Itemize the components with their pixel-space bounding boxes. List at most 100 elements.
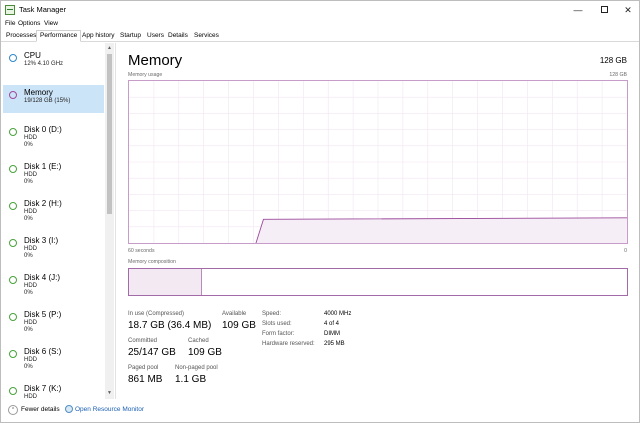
sidebar-item-subtitle: HDD [24,209,37,215]
sidebar-item-cpu[interactable]: CPU 12% 4.10 GHz [3,48,104,76]
spec-hw-reserved-label: Hardware reserved: [262,341,315,347]
available-label: Available [222,311,247,317]
sidebar-item-memory[interactable]: Memory 19/128 GB (15%) [3,85,104,113]
memory-usage-label: Memory usage [128,72,163,78]
maximize-icon [600,6,608,14]
spec-slots-value: 4 of 4 [324,321,340,327]
sidebar-item-usage: 0% [24,364,33,370]
tab-startup[interactable]: Startup [117,31,144,42]
minimize-button[interactable]: — [565,1,591,19]
sidebar-item-disk-2-h[interactable]: Disk 2 (H:) HDD 0% [3,196,104,224]
disk-graph-icon [9,387,17,395]
disk-graph-icon [9,239,17,247]
open-resource-monitor-link[interactable]: Open Resource Monitor [75,406,144,413]
sidebar-item-disk-1-e[interactable]: Disk 1 (E:) HDD 0% [3,159,104,187]
sidebar-item-title: Disk 2 (H:) [24,199,62,208]
task-manager-window: Task Manager — ✕ File Options View Proce… [0,0,640,423]
mem-graph-icon [9,91,17,99]
sidebar-item-usage: 0% [24,327,33,333]
tab-services[interactable]: Services [191,31,222,42]
time-axis-left: 60 seconds [128,248,155,254]
sidebar-item-title: Disk 6 (S:) [24,347,62,356]
sidebar-item-disk-6-s[interactable]: Disk 6 (S:) HDD 0% [3,344,104,372]
sidebar: CPU 12% 4.10 GHz Memory 19/128 GB (15%) Disk… [1,43,116,399]
sidebar-item-disk-3-i[interactable]: Disk 3 (I:) HDD 0% [3,233,104,261]
paged-pool-value: 861 MB [128,374,163,385]
maximize-button[interactable] [591,1,617,19]
sidebar-item-disk-5-p[interactable]: Disk 5 (P:) HDD 0% [3,307,104,335]
disk-graph-icon [9,276,17,284]
memory-panel: Memory 128 GB Memory usage 128 GB 60 sec… [117,43,639,399]
cached-label: Cached [188,338,209,344]
sidebar-item-usage: 0% [24,179,33,185]
tab-users[interactable]: Users [144,31,167,42]
spec-form-factor-value: DIMM [324,331,340,337]
sidebar-item-disk-4-j[interactable]: Disk 4 (J:) HDD 0% [3,270,104,298]
time-axis-right: 0 [624,248,627,254]
scroll-down-icon[interactable]: ▼ [107,390,112,396]
page-title: Memory [128,52,183,69]
sidebar-item-disk-0-d[interactable]: Disk 0 (D:) HDD 0% [3,122,104,150]
memory-total: 128 GB [599,56,627,65]
fewer-details-link[interactable]: Fewer details [21,406,60,413]
cached-value: 109 GB [188,347,222,358]
sidebar-item-subtitle: HDD [24,172,37,178]
sidebar-item-subtitle: HDD [24,357,37,363]
spec-hw-reserved-value: 295 MB [324,341,345,347]
sidebar-item-title: CPU [24,51,41,60]
committed-label: Committed [128,338,158,344]
sidebar-item-disk-7-k[interactable]: Disk 7 (K:)HDD0% [3,381,104,399]
paged-pool-label: Paged pool [128,365,159,371]
close-button[interactable]: ✕ [615,1,640,19]
in-use-value: 18.7 GB (36.4 MB) [128,320,212,331]
scroll-up-icon[interactable]: ▲ [107,45,112,51]
non-paged-pool-label: Non-paged pool [175,365,218,371]
available-value: 109 GB [222,320,256,331]
tab-strip: Processes Performance App history Startu… [1,30,639,42]
sidebar-item-subtitle: 19/128 GB (15%) [24,98,71,104]
tab-details[interactable]: Details [165,31,191,42]
memory-usage-max: 128 GB [609,72,627,78]
disk-graph-icon [9,313,17,321]
sidebar-item-title: Disk 3 (I:) [24,236,59,245]
sidebar-item-subtitle: HDD [24,394,37,399]
memory-composition-label: Memory composition [128,259,176,265]
memory-usage-area [255,217,627,243]
footer: ^ Fewer details Open Resource Monitor [1,400,639,422]
disk-graph-icon [9,165,17,173]
memory-usage-graph [128,80,628,244]
memory-usage-chart [129,81,628,244]
menu-bar: File Options View [1,19,639,30]
spec-form-factor-label: Form factor: [262,331,295,337]
sidebar-item-usage: 0% [24,253,33,259]
tab-processes[interactable]: Processes [3,31,39,42]
menu-options[interactable]: Options [18,20,40,27]
cpu-graph-icon [9,54,17,62]
memory-composition-bar [128,268,628,296]
sidebar-item-title: Memory [24,88,53,97]
tab-performance[interactable]: Performance [36,30,82,42]
scroll-thumb[interactable] [107,54,112,214]
resource-monitor-icon[interactable] [65,405,73,413]
in-use-label: In use (Compressed) [128,311,185,317]
spec-slots-label: Slots used: [262,321,292,327]
tab-app-history[interactable]: App history [79,31,118,42]
sidebar-item-subtitle: HDD [24,320,37,326]
sidebar-item-title: Disk 1 (E:) [24,162,62,171]
sidebar-scrollbar[interactable]: ▲ ▼ [105,43,114,399]
task-manager-icon [5,5,15,15]
sidebar-item-title: Disk 5 (P:) [24,310,62,319]
menu-file[interactable]: File [5,20,15,27]
sidebar-item-subtitle: HDD [24,283,37,289]
menu-view[interactable]: View [44,20,58,27]
sidebar-item-usage: 0% [24,142,33,148]
sidebar-item-subtitle: HDD [24,246,37,252]
spec-speed-label: Speed: [262,311,282,317]
non-paged-pool-value: 1.1 GB [175,374,207,385]
disk-graph-icon [9,128,17,136]
sidebar-item-title: Disk 0 (D:) [24,125,62,134]
sidebar-item-usage: 0% [24,216,33,222]
sidebar-item-subtitle: 12% 4.10 GHz [24,61,64,67]
sidebar-item-title: Disk 7 (K:) [24,384,62,393]
chevron-up-icon[interactable]: ^ [8,405,18,415]
